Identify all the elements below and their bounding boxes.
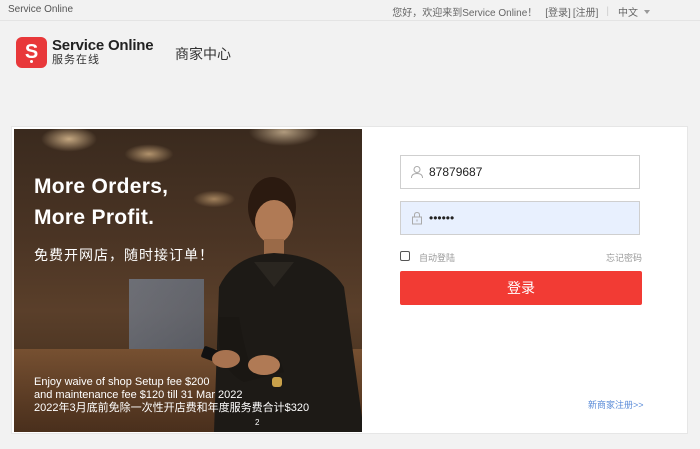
promo-banner[interactable]: More Orders, More Profit. 免费开网店，随时接订单！ E… — [14, 129, 362, 432]
lock-icon — [412, 211, 422, 225]
password-input[interactable] — [429, 202, 634, 234]
brand-name-en: Service Online — [52, 37, 154, 54]
banner-headline-line-2: More Profit. — [34, 206, 155, 229]
auto-login-label[interactable]: 自动登陆 — [419, 251, 455, 264]
auto-login-checkbox[interactable] — [400, 251, 410, 261]
username-field[interactable] — [400, 155, 640, 189]
site-name: Service Online — [8, 4, 74, 15]
banner-headline: More Orders, More Profit. — [34, 171, 168, 233]
banner-pager[interactable]: 2 — [255, 418, 259, 427]
user-icon — [411, 166, 423, 179]
username-input[interactable] — [429, 156, 634, 188]
language-label: 中文 — [618, 8, 638, 19]
logo[interactable]: S — [16, 37, 47, 68]
top-register-link[interactable]: [注册] — [573, 4, 599, 19]
login-card: More Orders, More Profit. 免费开网店，随时接订单！ E… — [11, 126, 688, 434]
top-login-link[interactable]: [登录] — [545, 4, 571, 19]
promo-line-1: Enjoy waive of shop Setup fee $200 — [34, 376, 210, 388]
language-select[interactable]: 中文 — [618, 4, 650, 19]
welcome-text: 您好，欢迎来到Service Online！ — [392, 8, 538, 19]
banner-window — [129, 279, 204, 349]
chevron-down-icon — [644, 9, 650, 14]
top-bar: Service Online 您好，欢迎来到Service Online！ [登… — [0, 0, 700, 21]
top-bar-right: 您好，欢迎来到Service Online！ [登录] [注册] | 中文 — [392, 4, 650, 19]
register-link[interactable]: 新商家注册>> — [588, 398, 644, 411]
login-options: 自动登陆 忘记密码 — [400, 247, 642, 267]
banner-headline-line-1: More Orders, — [34, 175, 169, 198]
logo-dot — [30, 60, 33, 63]
login-form: 自动登陆 忘记密码 登录 — [400, 155, 642, 305]
header: S Service Online 服务在线 商家中心 — [0, 22, 700, 82]
brand-name-zh: 服务在线 — [52, 54, 100, 66]
banner-promo-text: Enjoy waive of shop Setup fee $200 and m… — [34, 376, 309, 415]
page-title: 商家中心 — [175, 47, 231, 63]
banner-subtitle: 免费开网店，随时接订单！ — [34, 247, 214, 263]
promo-line-3: 2022年3月底前免除一次性开店费和年度服务费合计$320 — [34, 402, 310, 414]
forgot-password-link[interactable]: 忘记密码 — [606, 251, 642, 264]
brand-name[interactable]: Service Online 服务在线 — [52, 37, 154, 67]
login-button[interactable]: 登录 — [400, 271, 642, 305]
password-field[interactable] — [400, 201, 640, 235]
promo-line-2: and maintenance fee $120 till 31 Mar 202… — [34, 389, 243, 401]
divider: | — [606, 6, 609, 17]
